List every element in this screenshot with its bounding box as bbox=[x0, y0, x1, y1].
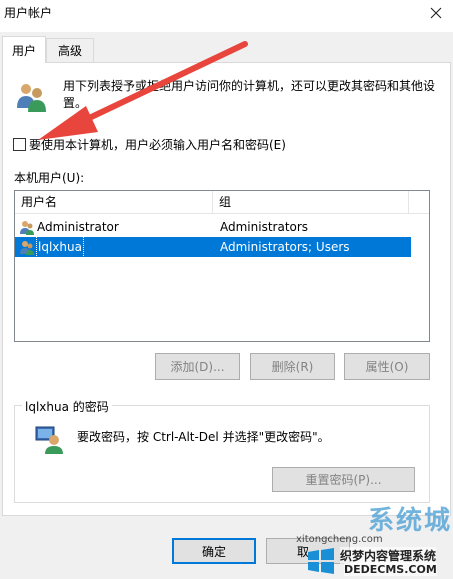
title-bar: 用户帐户 bbox=[0, 0, 453, 32]
close-button[interactable] bbox=[419, 0, 453, 26]
user-icon bbox=[20, 221, 34, 235]
tab-advanced-label: 高级 bbox=[57, 44, 82, 58]
users-icon bbox=[17, 84, 46, 112]
list-header: 用户名 组 bbox=[15, 191, 429, 214]
row-username: Administrator bbox=[37, 220, 119, 234]
user-password-icon bbox=[35, 426, 63, 454]
intro-text: 用下列表授予或拒绝用户访问你的计算机，还可以更改其密码和其他设置。 bbox=[63, 79, 436, 110]
require-login-option[interactable]: 要使用本计算机，用户必须输入用户名和密码(E) bbox=[13, 136, 286, 153]
require-login-label: 要使用本计算机，用户必须输入用户名和密码(E) bbox=[29, 138, 286, 152]
row-username: lqlxhua bbox=[36, 236, 84, 258]
tab-users[interactable]: 用户 bbox=[2, 36, 46, 63]
cancel-button[interactable]: 取 bbox=[266, 538, 350, 564]
tab-advanced[interactable]: 高级 bbox=[46, 38, 94, 63]
window-title: 用户帐户 bbox=[4, 6, 53, 20]
tab-users-label: 用户 bbox=[11, 43, 36, 58]
password-group-legend: lqlxhua 的密码 bbox=[22, 398, 112, 415]
user-icon bbox=[20, 241, 34, 255]
properties-button[interactable]: 属性(O) bbox=[344, 353, 430, 380]
column-header-username[interactable]: 用户名 bbox=[15, 191, 213, 214]
add-user-button[interactable]: 添加(D)... bbox=[155, 353, 240, 380]
password-instructions: 要改密码，按 Ctrl-Alt-Del 并选择"更改密码"。 bbox=[77, 430, 330, 444]
require-login-checkbox[interactable] bbox=[13, 138, 26, 151]
local-users-label: 本机用户(U): bbox=[14, 171, 85, 185]
column-header-group[interactable]: 组 bbox=[213, 191, 409, 214]
remove-user-button[interactable]: 删除(R) bbox=[250, 353, 335, 380]
reset-password-button[interactable]: 重置密码(P)... bbox=[272, 467, 415, 492]
table-row-selected[interactable]: lqlxhua Administrators; Users bbox=[15, 236, 411, 258]
row-group: Administrators bbox=[220, 220, 309, 234]
ok-button[interactable]: 确定 bbox=[172, 538, 256, 564]
row-group: Administrators; Users bbox=[220, 240, 350, 254]
close-icon bbox=[430, 7, 442, 19]
table-row[interactable]: Administrator Administrators bbox=[15, 217, 411, 237]
local-users-list[interactable]: 用户名 组 Administrator Administrators lqlxh… bbox=[14, 190, 430, 342]
